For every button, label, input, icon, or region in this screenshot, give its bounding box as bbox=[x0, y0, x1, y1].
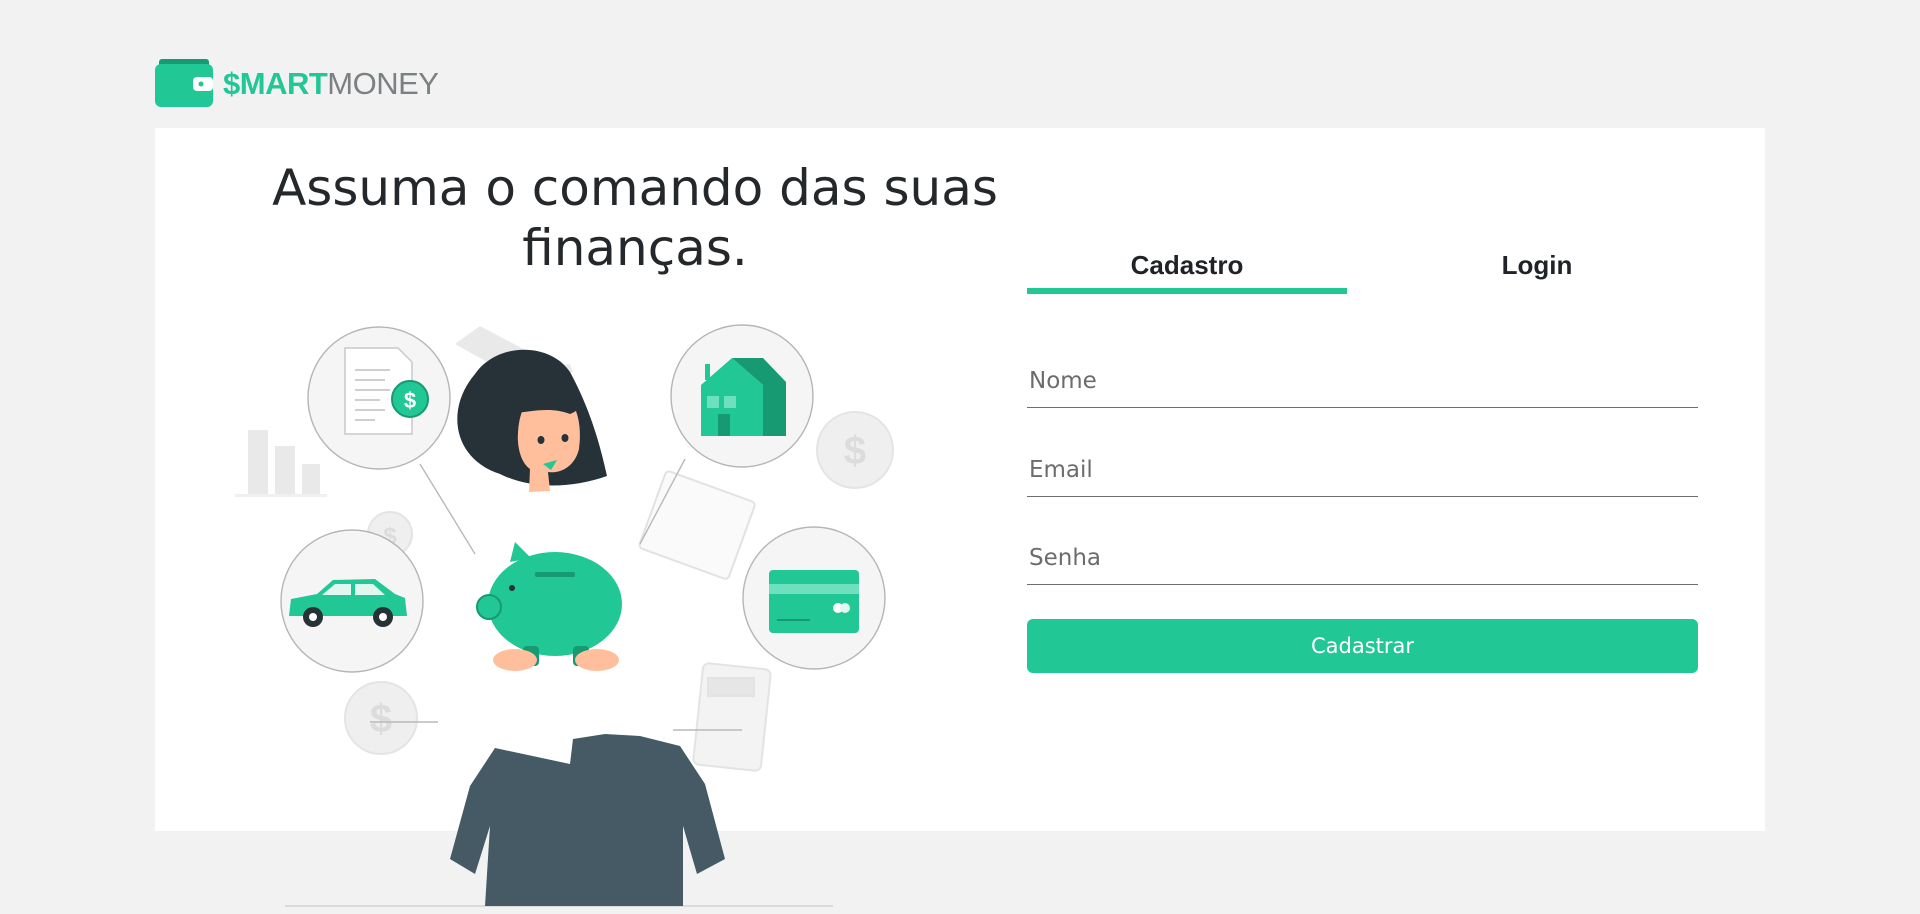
logo-money-text: MONEY bbox=[327, 65, 439, 101]
wallet-icon bbox=[155, 59, 213, 107]
logo[interactable]: $MARTMONEY bbox=[155, 59, 439, 107]
tab-cadastro[interactable]: Cadastro bbox=[1027, 250, 1347, 294]
tab-login[interactable]: Login bbox=[1377, 250, 1697, 288]
logo-wordmark: $MARTMONEY bbox=[223, 65, 439, 101]
email-field bbox=[1027, 444, 1698, 497]
svg-text:$: $ bbox=[370, 697, 392, 741]
cadastrar-button[interactable]: Cadastrar bbox=[1027, 619, 1698, 673]
woman-holding-piggy-bank-illustration: $ $ $ $ bbox=[235, 324, 894, 907]
svg-text:$: $ bbox=[844, 429, 866, 473]
hero-headline: Assuma o comando das suas finanças. bbox=[272, 159, 998, 277]
name-input[interactable] bbox=[1027, 355, 1698, 407]
email-input[interactable] bbox=[1027, 444, 1698, 496]
password-field bbox=[1027, 532, 1698, 585]
logo-smart-text: $MART bbox=[223, 65, 328, 101]
password-input[interactable] bbox=[1027, 532, 1698, 584]
signup-card: Assuma o comando das suas finanças. $ $ … bbox=[155, 128, 1765, 907]
auth-tabs: Cadastro Login bbox=[1027, 250, 1698, 294]
svg-text:$: $ bbox=[404, 388, 416, 413]
name-field bbox=[1027, 355, 1698, 408]
